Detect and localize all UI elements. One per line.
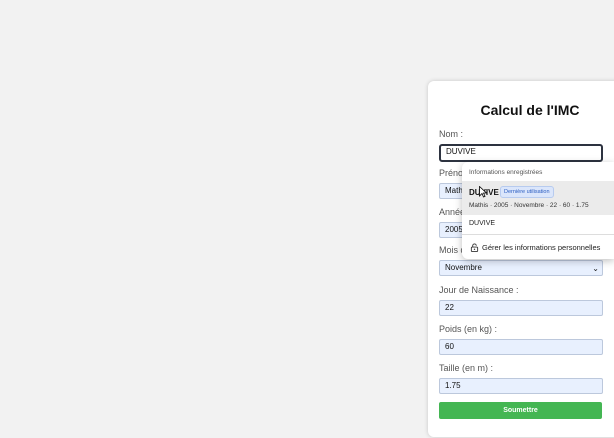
divider (462, 234, 614, 235)
mouse-cursor-icon (479, 186, 487, 198)
autofill-header: Informations enregistrées (469, 169, 543, 176)
poids-label: Poids (en kg) : (439, 324, 498, 334)
autofill-dropdown: Informations enregistrées DUVIVE Dernièr… (462, 162, 614, 259)
submit-button[interactable]: Soumettre (439, 402, 602, 419)
bmi-form-card: Calcul de l'IMC Nom : DUVIVE Prénom : Ma… (428, 81, 614, 437)
jour-input[interactable]: 22 (439, 300, 603, 316)
lock-icon (470, 243, 479, 252)
poids-input[interactable]: 60 (439, 339, 603, 355)
mois-select-value: Novembre (445, 263, 482, 272)
manage-personal-info-link[interactable]: Gérer les informations personnelles (470, 243, 600, 252)
nom-label: Nom : (439, 129, 464, 139)
autofill-suggestion-2[interactable]: DUVIVE (469, 220, 495, 227)
taille-label: Taille (en m) : (439, 363, 494, 373)
page-title: Calcul de l'IMC (480, 102, 580, 118)
nom-input[interactable]: DUVIVE (439, 144, 603, 162)
mois-select[interactable]: Novembre ⌄ (439, 260, 603, 276)
last-used-badge: Dernière utilisation (500, 186, 554, 198)
chevron-down-icon: ⌄ (592, 264, 599, 273)
suggestion-1-detail: Mathis · 2005 · Novembre · 22 · 60 · 1.7… (469, 202, 589, 209)
taille-input[interactable]: 1.75 (439, 378, 603, 394)
jour-label: Jour de Naissance : (439, 285, 519, 295)
manage-label: Gérer les informations personnelles (482, 243, 601, 252)
